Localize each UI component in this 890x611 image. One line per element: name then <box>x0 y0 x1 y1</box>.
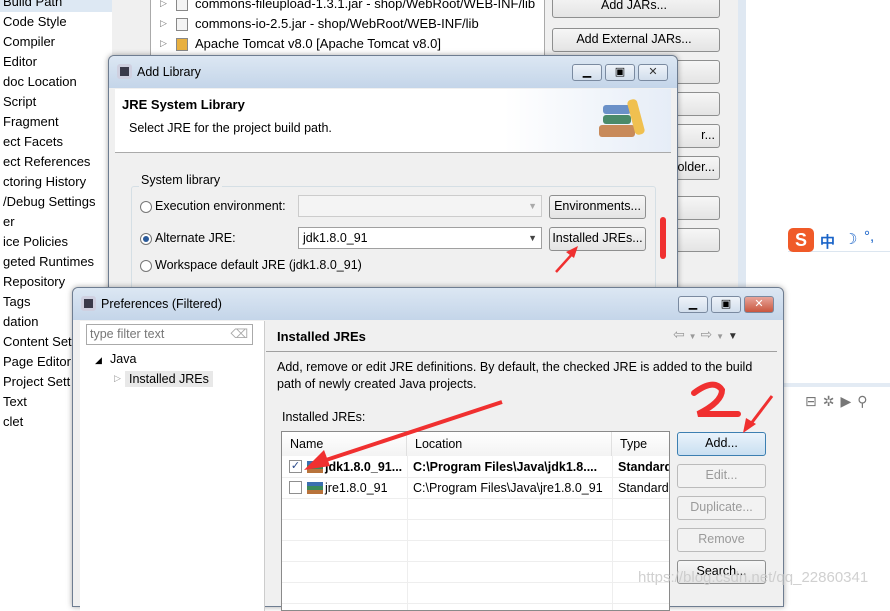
annotation-arrow-2 <box>748 395 774 426</box>
annotation-arrow-3-head <box>304 450 330 470</box>
watermark: https://blog.csdn.net/qq_22860341 <box>638 569 869 586</box>
annotation-arrow-1-head <box>566 246 578 258</box>
annotation-arrow-3 <box>319 400 503 464</box>
red-annotations <box>304 217 774 470</box>
annotation-two-stroke <box>691 381 741 417</box>
